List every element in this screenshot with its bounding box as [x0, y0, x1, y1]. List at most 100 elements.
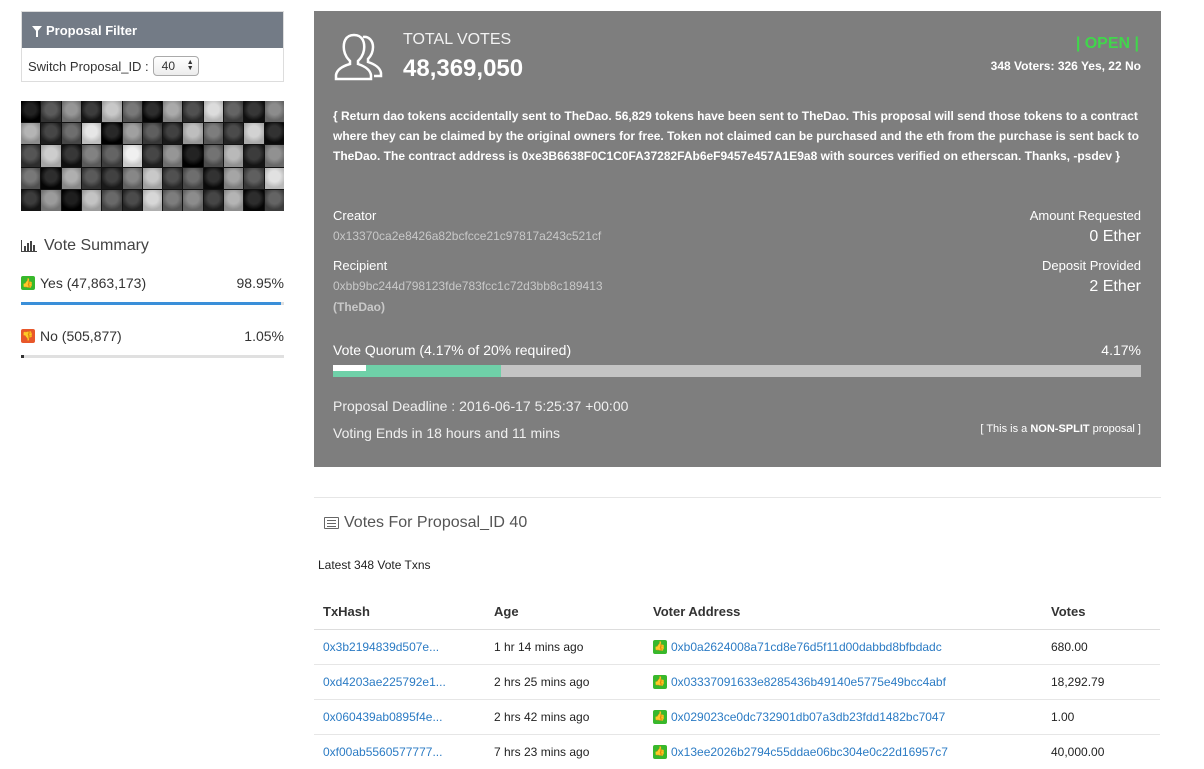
total-votes-value: 48,369,050	[403, 55, 524, 82]
no-percent: 1.05%	[244, 328, 284, 344]
voter-address-link[interactable]: 0xb0a2624008a71cd8e76d5f11d00dabbd8bfbda…	[671, 640, 942, 654]
avatar	[224, 167, 244, 189]
avatar	[41, 101, 61, 123]
avatar	[183, 167, 203, 189]
avatar	[122, 123, 142, 145]
avatar	[81, 189, 102, 211]
proposal-id-select[interactable]: 40 ▲ ▼	[152, 56, 199, 76]
txhash-link[interactable]: 0xd4203ae225792e1...	[323, 675, 446, 689]
amount-requested-label: Amount Requested	[1029, 208, 1141, 223]
vote-quorum-percent: 4.17%	[1101, 342, 1141, 358]
avatar	[21, 145, 41, 167]
col-txhash: TxHash	[314, 594, 485, 630]
avatar	[102, 145, 122, 167]
deposit-provided-label: Deposit Provided	[1042, 258, 1141, 273]
quorum-progress-marker	[333, 365, 366, 371]
recipient-label: Recipient	[333, 258, 388, 273]
no-label: No (505,877)	[40, 328, 122, 344]
no-progress-fill	[21, 355, 24, 358]
avatar	[81, 123, 102, 145]
avatar	[142, 101, 163, 123]
votes-cell: 18,292.79	[1042, 664, 1160, 700]
avatar	[21, 189, 41, 211]
thumbs-up-icon: 👍	[653, 674, 667, 689]
txhash-link[interactable]: 0x060439ab0895f4e...	[323, 710, 442, 724]
table-row: 0xd4203ae225792e1... 2 hrs 25 mins ago 👍…	[314, 664, 1160, 700]
avatar	[122, 189, 142, 211]
split-type-note: [ This is a NON-SPLIT proposal ]	[980, 423, 1141, 435]
avatar	[183, 101, 203, 123]
avatar	[61, 167, 81, 189]
avatar	[244, 167, 264, 189]
yes-label: Yes (47,863,173)	[40, 275, 147, 291]
thumbs-up-icon: 👍	[653, 639, 667, 654]
txhash-link[interactable]: 0xf00ab5560577777...	[323, 745, 442, 759]
quorum-progress-track	[333, 365, 1141, 377]
avatar	[41, 189, 61, 211]
users-icon	[334, 33, 383, 81]
age-cell: 2 hrs 25 mins ago	[485, 664, 644, 700]
voter-address-link[interactable]: 0x029023ce0dc732901db07a3db23fdd1482bc70…	[671, 710, 945, 724]
avatar	[264, 123, 284, 145]
avatar	[102, 123, 122, 145]
split-note-prefix: [ This is a	[980, 423, 1031, 435]
proposal-filter-box: Proposal Filter Switch Proposal_ID : 40 …	[21, 11, 284, 82]
select-arrows-icon: ▲ ▼	[186, 59, 194, 72]
avatar	[142, 123, 163, 145]
voter-address-link[interactable]: 0x03337091633e8285436b49140e5775e49bcc4a…	[671, 675, 946, 689]
avatar	[163, 123, 183, 145]
thumbs-up-icon: 👍	[21, 276, 35, 290]
avatar	[264, 145, 284, 167]
yes-progress-track	[21, 302, 284, 305]
avatar	[21, 167, 41, 189]
vote-summary-heading: Vote Summary	[21, 237, 149, 255]
thumbs-down-icon: 👎	[21, 329, 35, 343]
avatar	[244, 189, 264, 211]
table-row: 0x060439ab0895f4e... 2 hrs 42 mins ago 👍…	[314, 699, 1160, 735]
amount-requested-value: 0 Ether	[1089, 228, 1141, 245]
voting-ends: Voting Ends in 18 hours and 11 mins	[333, 425, 561, 441]
avatar	[203, 167, 224, 189]
proposal-panel: TOTAL VOTES 48,369,050 | OPEN | 348 Vote…	[314, 11, 1161, 467]
votes-cell: 40,000.00	[1042, 734, 1160, 769]
yes-percent: 98.95%	[236, 275, 284, 291]
avatar	[163, 101, 183, 123]
avatar	[224, 101, 244, 123]
avatar	[21, 123, 41, 145]
bar-chart-icon	[21, 240, 37, 252]
table-row: 0x3b2194839d507e... 1 hr 14 mins ago 👍 0x…	[314, 629, 1160, 665]
txhash-link[interactable]: 0x3b2194839d507e...	[323, 640, 439, 654]
avatar	[244, 123, 264, 145]
avatar	[244, 101, 264, 123]
proposal-id-value: 40	[161, 59, 176, 73]
latest-txns-count: Latest 348 Vote Txns	[318, 558, 431, 572]
avatar	[122, 101, 142, 123]
avatar	[163, 167, 183, 189]
switch-proposal-label: Switch Proposal_ID :	[28, 58, 149, 74]
avatar	[264, 189, 284, 211]
col-voter-address: Voter Address	[644, 594, 1042, 630]
proposal-filter-body: Switch Proposal_ID : 40 ▲ ▼	[22, 48, 283, 84]
split-note-suffix: proposal ]	[1089, 423, 1141, 435]
avatar	[122, 167, 142, 189]
votes-heading: Votes For Proposal_ID 40	[324, 514, 527, 532]
col-age: Age	[485, 594, 644, 630]
avatar	[142, 167, 163, 189]
voter-avatar-mosaic	[21, 101, 284, 211]
votes-title: Votes For Proposal_ID 40	[344, 514, 528, 531]
avatar	[102, 101, 122, 123]
recipient-address: 0xbb9bc244d798123fde783fcc1c72d3bb8c1894…	[333, 279, 603, 293]
recipient-name: (TheDao)	[333, 300, 385, 314]
voter-address-link[interactable]: 0x13ee2026b2794c55ddae06bc304e0c22d16957…	[671, 745, 948, 759]
avatar	[224, 189, 244, 211]
age-cell: 7 hrs 23 mins ago	[485, 734, 644, 769]
thumbs-up-icon: 👍	[653, 744, 667, 759]
avatar	[224, 145, 244, 167]
avatar	[203, 145, 224, 167]
col-votes: Votes	[1042, 594, 1160, 630]
voters-count: 348 Voters: 326 Yes, 22 No	[990, 59, 1141, 73]
votes-cell: 680.00	[1042, 629, 1160, 665]
avatar	[264, 101, 284, 123]
votes-section: Votes For Proposal_ID 40 Latest 348 Vote…	[314, 497, 1161, 769]
votes-table-header: TxHash Age Voter Address Votes	[314, 594, 1160, 630]
